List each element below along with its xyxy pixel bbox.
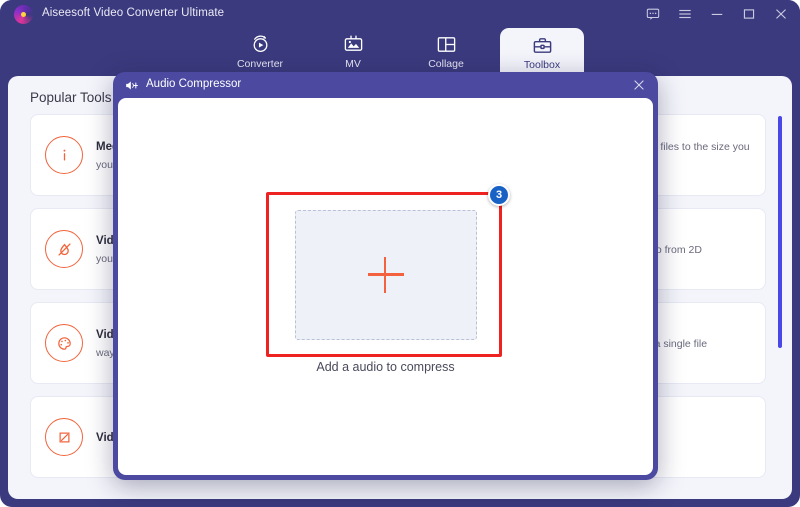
menu-icon[interactable] bbox=[678, 7, 692, 21]
app-title: Aiseesoft Video Converter Ultimate bbox=[42, 7, 225, 19]
mv-icon bbox=[342, 35, 364, 55]
tab-collage[interactable]: Collage bbox=[404, 28, 488, 76]
tab-toolbox[interactable]: Toolbox bbox=[500, 28, 584, 78]
tab-converter-label: Converter bbox=[236, 57, 284, 70]
tab-mv-label: MV bbox=[345, 57, 361, 70]
info-circle-icon bbox=[45, 136, 83, 174]
add-audio-dropzone[interactable] bbox=[294, 210, 477, 340]
collage-icon bbox=[435, 35, 457, 55]
dialog-body: Add a audio to compress bbox=[118, 98, 653, 475]
minimize-icon[interactable] bbox=[710, 7, 724, 21]
tab-converter[interactable]: Converter bbox=[218, 28, 302, 76]
tab-collage-label: Collage bbox=[428, 57, 464, 70]
app-window: Aiseesoft Video Converter Ultimate Conve… bbox=[0, 0, 800, 507]
close-icon[interactable] bbox=[774, 7, 788, 21]
crop-icon bbox=[45, 418, 83, 456]
window-controls bbox=[646, 0, 788, 28]
feedback-icon[interactable] bbox=[646, 7, 660, 21]
dialog-header: Audio Compressor bbox=[113, 72, 658, 98]
plus-icon[interactable] bbox=[367, 257, 404, 293]
close-icon[interactable] bbox=[632, 78, 646, 92]
tab-toolbox-label: Toolbox bbox=[523, 58, 561, 71]
vertical-scrollbar[interactable] bbox=[778, 116, 782, 486]
volume-icon bbox=[125, 79, 140, 92]
title-bar: Aiseesoft Video Converter Ultimate bbox=[0, 0, 800, 28]
tab-mv[interactable]: MV bbox=[311, 28, 395, 76]
dialog-title: Audio Compressor bbox=[146, 78, 242, 90]
scrollbar-thumb[interactable] bbox=[778, 116, 782, 348]
watermark-remover-icon bbox=[45, 230, 83, 268]
dropzone-wrapper: Add a audio to compress bbox=[267, 210, 505, 374]
dropzone-label: Add a audio to compress bbox=[316, 360, 455, 374]
converter-icon bbox=[249, 35, 271, 55]
color-palette-icon bbox=[45, 324, 83, 362]
page-title: Popular Tools bbox=[30, 90, 112, 105]
main-nav: Converter MV Collage Toolbox bbox=[0, 28, 800, 78]
toolbox-icon bbox=[531, 36, 553, 56]
maximize-icon[interactable] bbox=[742, 7, 756, 21]
audio-compressor-dialog: Audio Compressor Add a audio to compress bbox=[113, 72, 658, 480]
aiseesoft-logo-icon bbox=[14, 5, 33, 24]
